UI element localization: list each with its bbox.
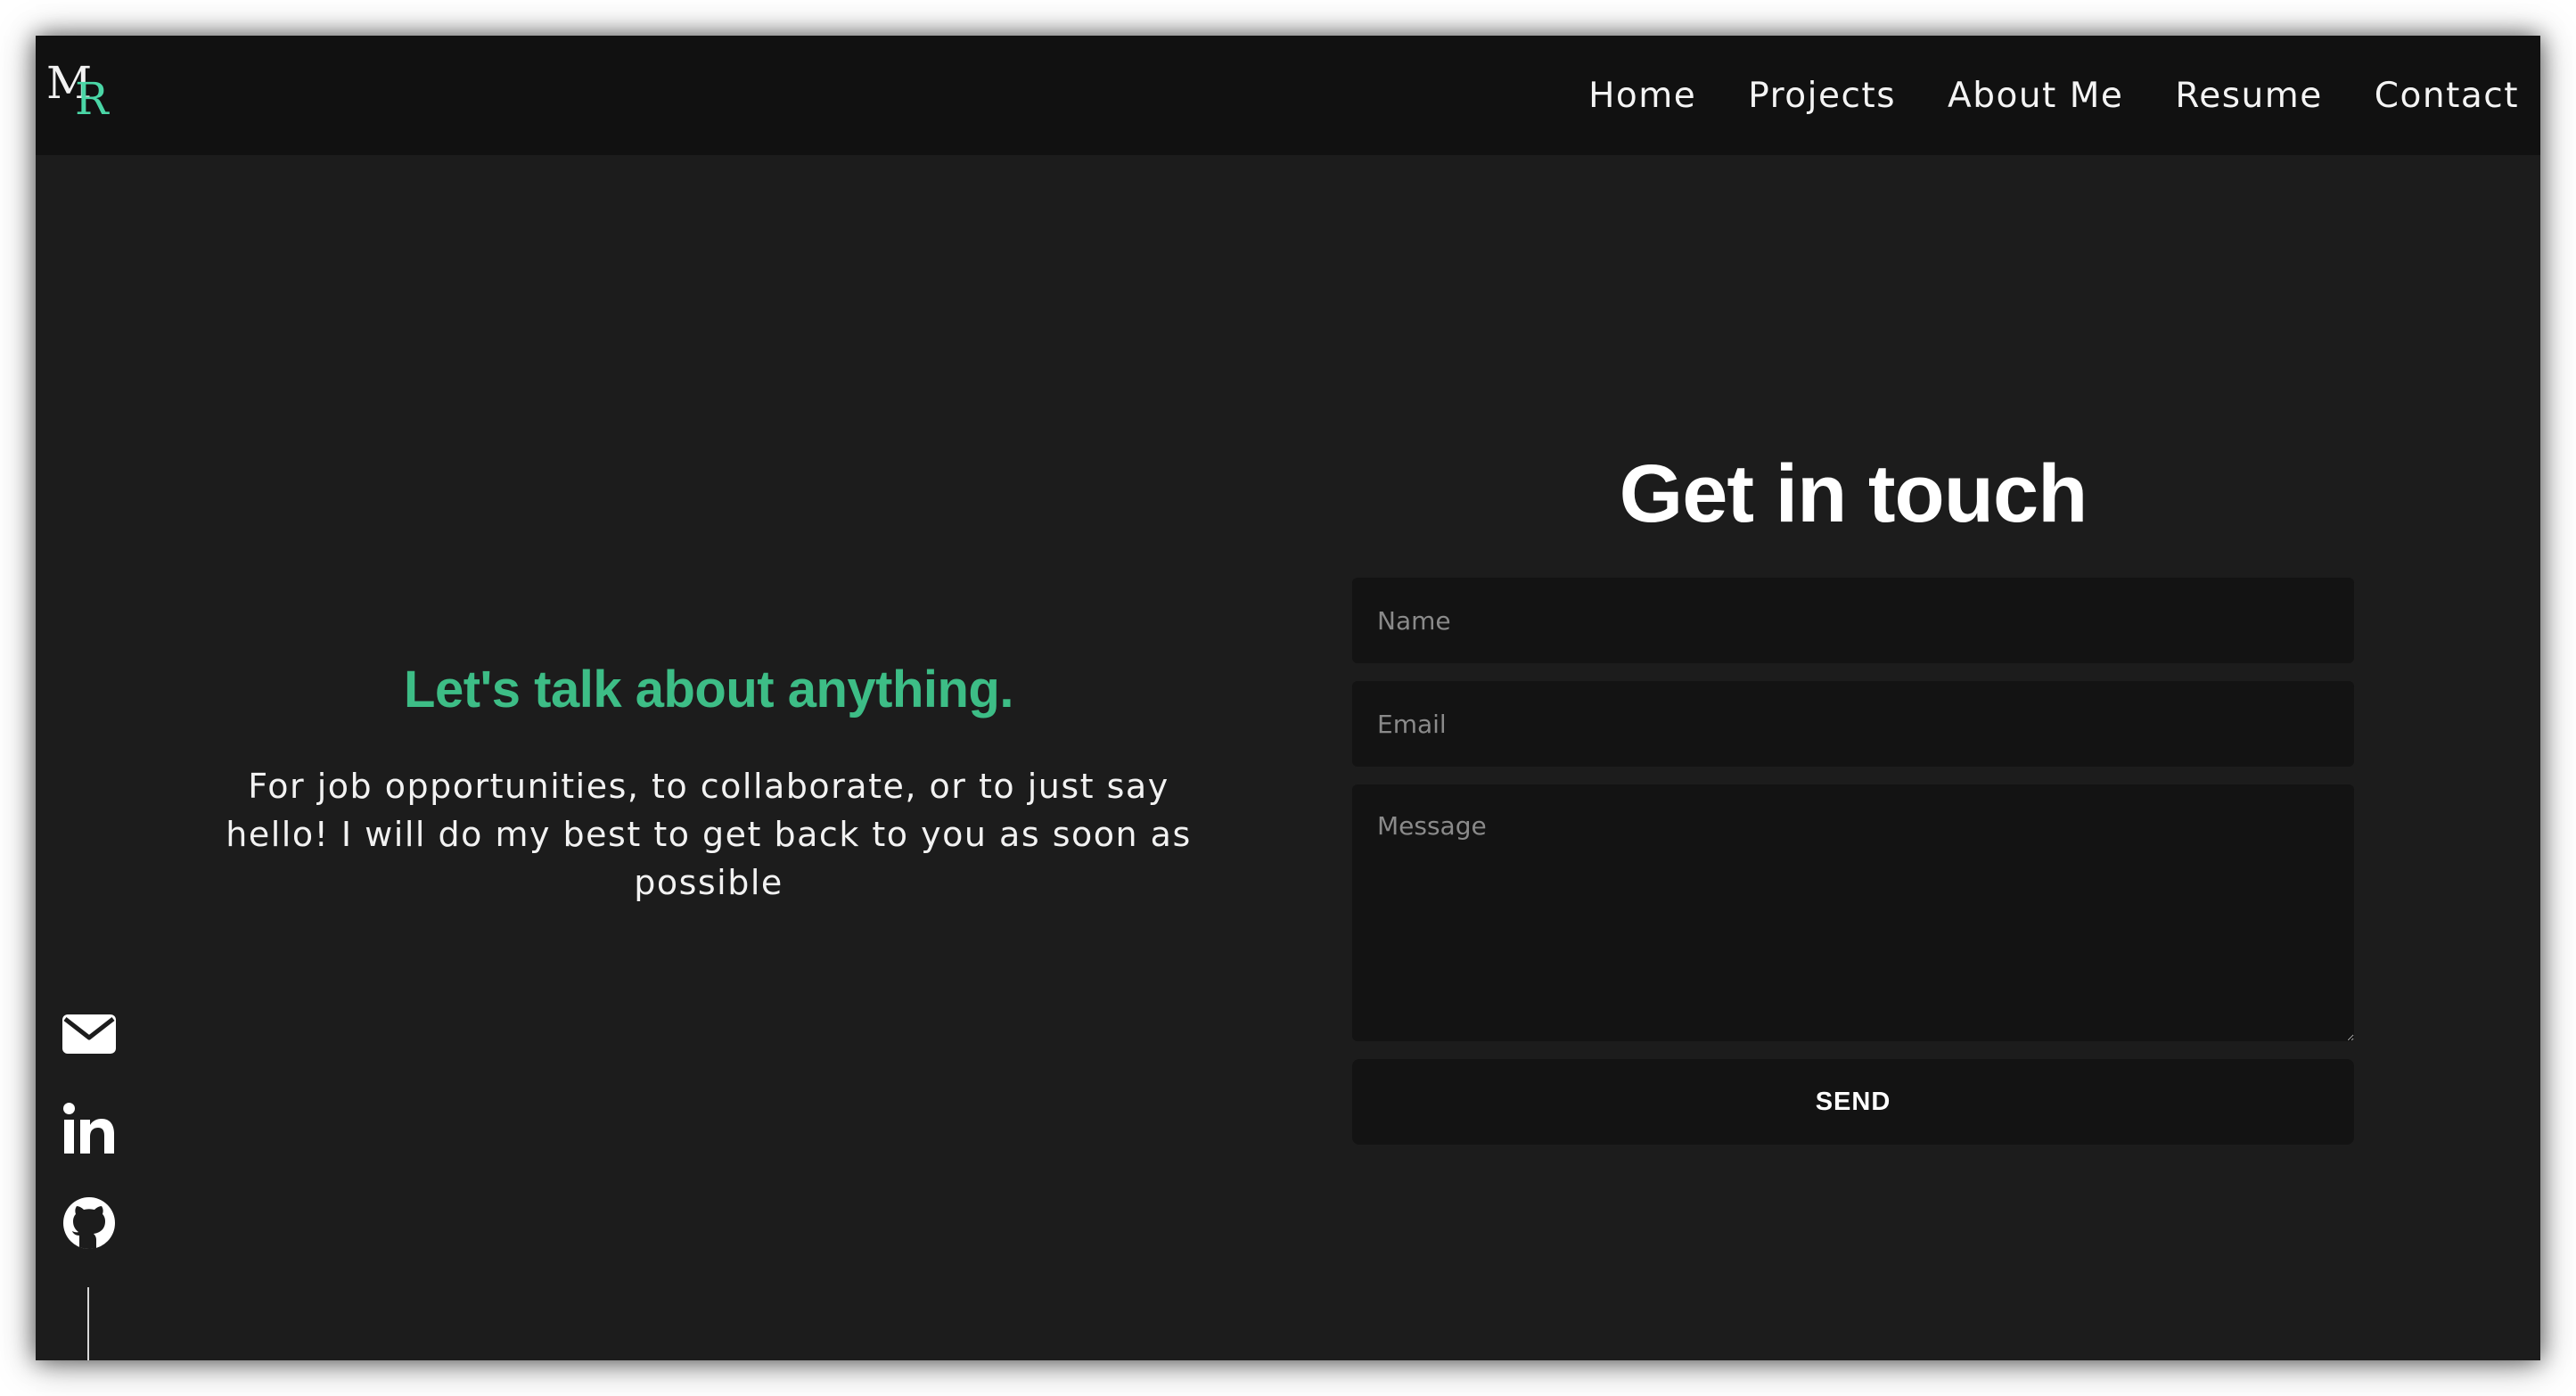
nav-about-link[interactable]: About Me	[1948, 76, 2123, 116]
email-link[interactable]	[61, 1006, 118, 1063]
nav-home-link[interactable]: Home	[1588, 76, 1696, 116]
browser-viewport: M R Home Projects About Me Resume Contac…	[36, 36, 2540, 1360]
envelope-icon	[62, 1014, 116, 1054]
navbar: M R Home Projects About Me Resume Contac…	[36, 36, 2540, 155]
linkedin-link[interactable]	[61, 1100, 118, 1157]
email-input[interactable]	[1352, 681, 2354, 767]
nav-links: Home Projects About Me Resume Contact	[1588, 36, 2519, 155]
send-button[interactable]: SEND	[1352, 1059, 2354, 1145]
logo-letter-r: R	[75, 73, 109, 125]
message-textarea[interactable]	[1352, 784, 2354, 1041]
contact-intro: Let's talk about anything. For job oppor…	[169, 660, 1248, 907]
nav-projects-link[interactable]: Projects	[1748, 76, 1896, 116]
github-link[interactable]	[61, 1195, 118, 1252]
name-input[interactable]	[1352, 578, 2354, 663]
contact-form: Get in touch SEND	[1352, 410, 2354, 1145]
tagline: Let's talk about anything.	[404, 661, 1013, 719]
intro-text: For job opportunities, to collaborate, o…	[226, 767, 1192, 902]
nav-contact-link[interactable]: Contact	[2375, 76, 2519, 116]
social-divider-line	[87, 1287, 89, 1360]
linkedin-icon	[63, 1103, 114, 1154]
form-title: Get in touch	[1619, 448, 2088, 539]
github-icon	[63, 1197, 115, 1249]
social-links	[61, 1006, 118, 1289]
nav-resume-link[interactable]: Resume	[2175, 76, 2322, 116]
logo[interactable]: M R	[45, 61, 125, 123]
